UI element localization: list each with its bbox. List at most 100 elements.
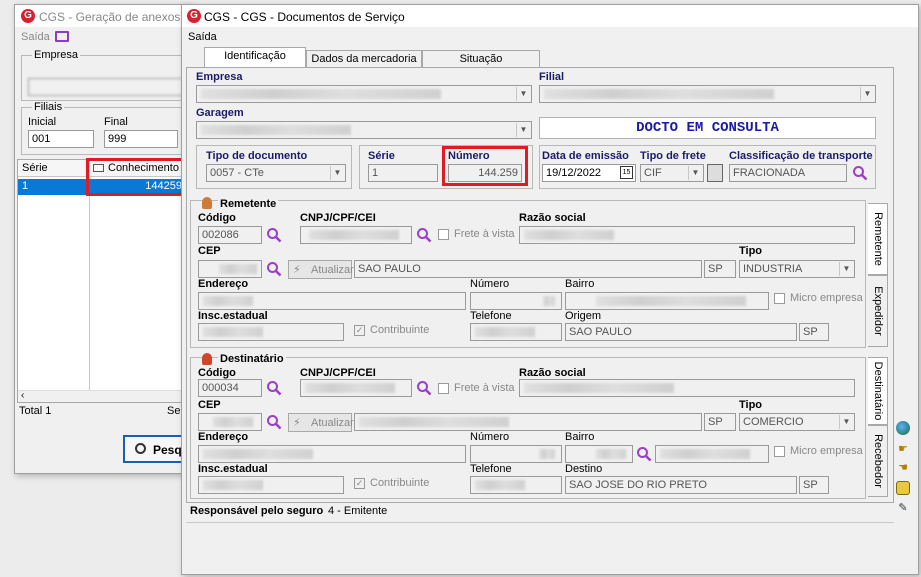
dest-contribuinte-checkbox[interactable]: ✓ xyxy=(354,478,365,489)
empresa-value-redacted xyxy=(201,89,441,99)
back-inicial-input[interactable]: 001 xyxy=(28,130,94,148)
rem-telefone-label: Telefone xyxy=(470,310,512,322)
garagem-combo[interactable]: ▼ xyxy=(196,121,532,139)
back-final-input[interactable]: 999 xyxy=(104,130,178,148)
remetente-title: Remetente xyxy=(218,198,279,210)
rem-cidade-input[interactable]: SAO PAULO xyxy=(354,260,702,278)
tab-destinatario[interactable]: Destinatário xyxy=(868,357,888,425)
chevron-down-icon[interactable]: ▼ xyxy=(330,166,344,180)
dest-numero-redacted xyxy=(539,449,555,459)
chevron-down-icon[interactable]: ▼ xyxy=(688,166,702,180)
search-icon[interactable] xyxy=(852,165,868,181)
rem-cep-input[interactable] xyxy=(198,260,262,278)
search-icon[interactable] xyxy=(266,227,282,243)
tipo-frete-combo[interactable]: CIF ▼ xyxy=(640,164,704,182)
empresa-combo[interactable]: ▼ xyxy=(196,85,532,103)
tipo-frete-value: CIF xyxy=(644,167,662,179)
search-icon[interactable] xyxy=(416,380,432,396)
search-icon[interactable] xyxy=(266,380,282,396)
dest-codigo-input[interactable]: 000034 xyxy=(198,379,262,397)
dest-bairro-input[interactable] xyxy=(565,445,633,463)
data-emissao-value: 19/12/2022 xyxy=(546,167,602,179)
dest-micro-empresa-checkbox[interactable] xyxy=(774,446,785,457)
chevron-down-icon[interactable]: ▼ xyxy=(516,123,530,137)
garagem-label: Garagem xyxy=(196,107,244,119)
dest-destino-input[interactable]: SAO JOSE DO RIO PRETO xyxy=(565,476,797,494)
dest-bairro-desc-input[interactable] xyxy=(655,445,769,463)
dest-cidade-input[interactable] xyxy=(354,413,702,431)
rem-bairro-input[interactable] xyxy=(565,292,769,310)
main-menu-saida[interactable]: Saída xyxy=(188,31,217,43)
tab-remetente[interactable]: Remetente xyxy=(868,203,888,275)
grid-header-serie[interactable]: Série xyxy=(22,162,48,174)
search-icon[interactable] xyxy=(266,261,282,277)
tab-expedidor[interactable]: Expedidor xyxy=(868,275,888,347)
rem-cnpj-input[interactable] xyxy=(300,226,412,244)
dest-cnpj-input[interactable] xyxy=(300,379,412,397)
rem-tipo-combo[interactable]: INDUSTRIA ▼ xyxy=(739,260,855,278)
tipo-documento-combo[interactable]: 0057 - CTe ▼ xyxy=(206,164,346,182)
rem-contribuinte-checkbox[interactable]: ✓ xyxy=(354,325,365,336)
rem-frete-vista-checkbox[interactable] xyxy=(438,229,449,240)
rem-insc-input[interactable] xyxy=(198,323,344,341)
rem-insc-label: Insc.estadual xyxy=(198,310,268,322)
chevron-down-icon[interactable]: ▼ xyxy=(839,415,853,429)
tab-expedidor-label: Expedidor xyxy=(871,286,884,336)
rem-atualizar-button[interactable]: ⚡ Atualizar xyxy=(288,260,354,279)
rem-uf-input[interactable]: SP xyxy=(704,260,736,278)
classificacao-input[interactable]: FRACIONADA xyxy=(729,164,847,182)
dest-numero-label: Número xyxy=(470,431,510,443)
calendar-icon[interactable]: 15 xyxy=(620,166,633,179)
rem-origem-input[interactable]: SAO PAULO xyxy=(565,323,797,341)
dest-uf-input[interactable]: SP xyxy=(704,413,736,431)
person-edit-icon[interactable]: ✎ xyxy=(896,501,910,515)
tab-recebedor[interactable]: Recebedor xyxy=(868,425,888,497)
person-lookup-icon[interactable] xyxy=(707,164,723,182)
rem-telefone-input[interactable] xyxy=(470,323,562,341)
globe-icon[interactable] xyxy=(896,421,910,435)
tab-situacao[interactable]: Situação xyxy=(422,50,540,68)
rem-origem-uf-input[interactable]: SP xyxy=(799,323,829,341)
rem-bairro-label: Bairro xyxy=(565,278,595,290)
rem-numero-input[interactable] xyxy=(470,292,562,310)
rem-razao-input[interactable] xyxy=(519,226,855,244)
filial-combo[interactable]: ▼ xyxy=(539,85,876,103)
hand-right-icon[interactable]: ☛ xyxy=(896,442,910,456)
dest-insc-input[interactable] xyxy=(198,476,344,494)
rem-endereco-redacted xyxy=(203,296,253,306)
rem-codigo-input[interactable]: 002086 xyxy=(198,226,262,244)
back-empresa-field[interactable] xyxy=(28,78,184,96)
serie-input[interactable]: 1 xyxy=(368,164,438,182)
dest-insc-redacted xyxy=(203,480,263,490)
tab-dados-mercadoria[interactable]: Dados da mercadoria xyxy=(306,50,422,68)
monitor-icon[interactable] xyxy=(55,31,69,42)
scroll-left-icon[interactable]: ‹ xyxy=(21,390,24,401)
dest-cep-input[interactable] xyxy=(198,413,262,431)
back-menu-saida[interactable]: Saída xyxy=(21,31,50,43)
people-icon[interactable] xyxy=(896,481,910,495)
dest-frete-vista-checkbox[interactable] xyxy=(438,383,449,394)
rem-micro-empresa-checkbox[interactable] xyxy=(774,293,785,304)
dest-razao-input[interactable] xyxy=(519,379,855,397)
dest-telefone-input[interactable] xyxy=(470,476,562,494)
filial-value-redacted xyxy=(544,89,774,99)
dest-atualizar-button[interactable]: ⚡ Atualizar xyxy=(288,413,354,432)
search-icon[interactable] xyxy=(416,227,432,243)
chevron-down-icon[interactable]: ▼ xyxy=(839,262,853,276)
search-icon xyxy=(135,443,146,454)
grid-hscroll[interactable]: ‹ xyxy=(18,390,188,402)
dest-tipo-combo[interactable]: COMERCIO ▼ xyxy=(739,413,855,431)
chevron-down-icon[interactable]: ▼ xyxy=(516,87,530,101)
rem-contribuinte-label: Contribuinte xyxy=(370,324,430,336)
rem-endereco-input[interactable] xyxy=(198,292,466,310)
garagem-value-redacted xyxy=(201,125,351,135)
chevron-down-icon[interactable]: ▼ xyxy=(860,87,874,101)
data-emissao-input[interactable]: 19/12/2022 15 xyxy=(542,164,636,182)
dest-numero-input[interactable] xyxy=(470,445,562,463)
search-icon[interactable] xyxy=(636,446,652,462)
dest-destino-uf-input[interactable]: SP xyxy=(799,476,829,494)
hand-left-icon[interactable]: ☚ xyxy=(896,461,910,475)
dest-endereco-input[interactable] xyxy=(198,445,466,463)
search-icon[interactable] xyxy=(266,414,282,430)
tab-identificacao[interactable]: Identificação xyxy=(204,47,306,67)
